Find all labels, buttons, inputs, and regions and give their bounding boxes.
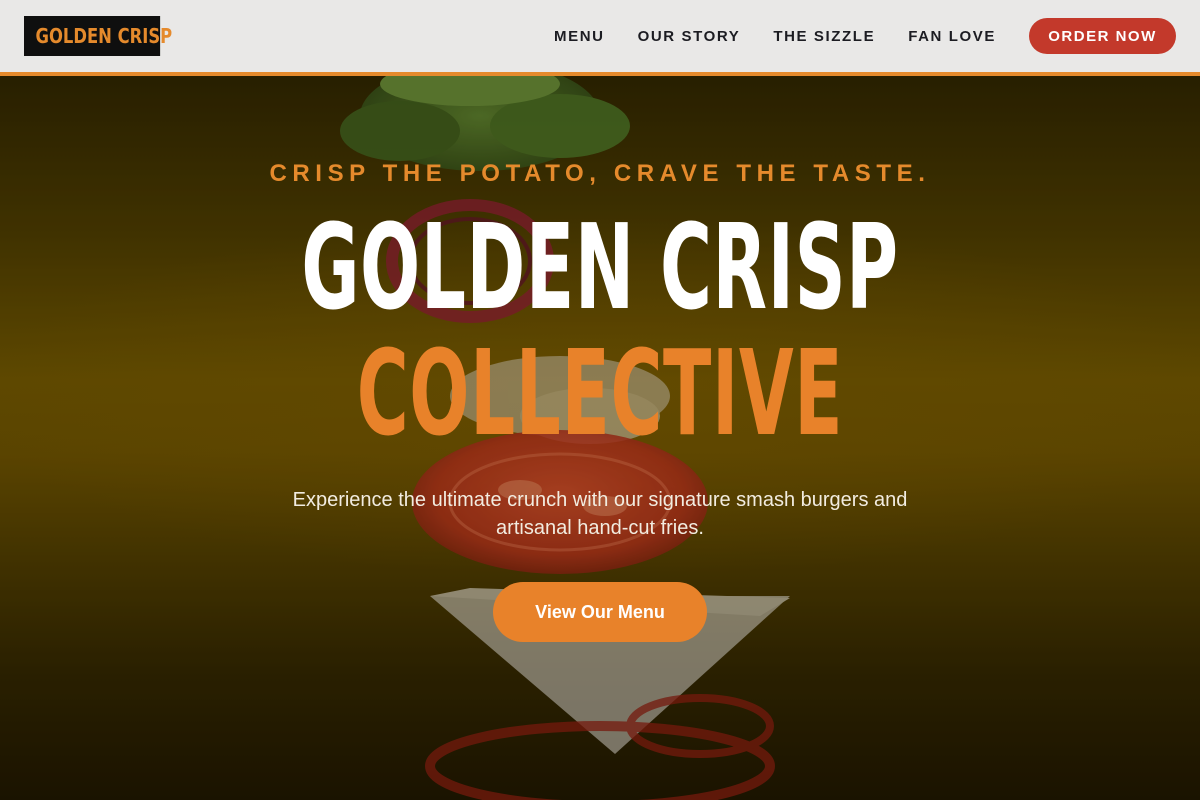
nav-links: MENU OUR STORY THE SIZZLE FAN LOVE <box>554 28 996 45</box>
site-header: GOLDEN CRISP MENU OUR STORY THE SIZZLE F… <box>0 0 1200 72</box>
header-accent-bar <box>0 72 1200 76</box>
nav-link-our-story[interactable]: OUR STORY <box>638 28 741 45</box>
hero-section: CRISP THE POTATO, CRAVE THE TASTE. GOLDE… <box>0 76 1200 800</box>
hero-tagline: CRISP THE POTATO, CRAVE THE TASTE. <box>269 160 931 187</box>
hero-content: CRISP THE POTATO, CRAVE THE TASTE. GOLDE… <box>0 76 1200 800</box>
order-now-button[interactable]: ORDER NOW <box>1029 18 1176 54</box>
hero-subtitle: Experience the ultimate crunch with our … <box>292 489 908 539</box>
nav-link-fan-love[interactable]: FAN LOVE <box>908 28 996 45</box>
main-nav: MENU OUR STORY THE SIZZLE FAN LOVE ORDER… <box>554 18 1176 54</box>
view-menu-button[interactable]: View Our Menu <box>493 582 707 642</box>
hero-title-line-2: COLLECTIVE <box>356 324 844 462</box>
hero-title-line-1: GOLDEN CRISP <box>301 198 899 336</box>
brand-logo[interactable]: GOLDEN CRISP <box>24 16 172 56</box>
nav-link-the-sizzle[interactable]: THE SIZZLE <box>773 28 875 45</box>
nav-link-menu[interactable]: MENU <box>554 28 605 45</box>
